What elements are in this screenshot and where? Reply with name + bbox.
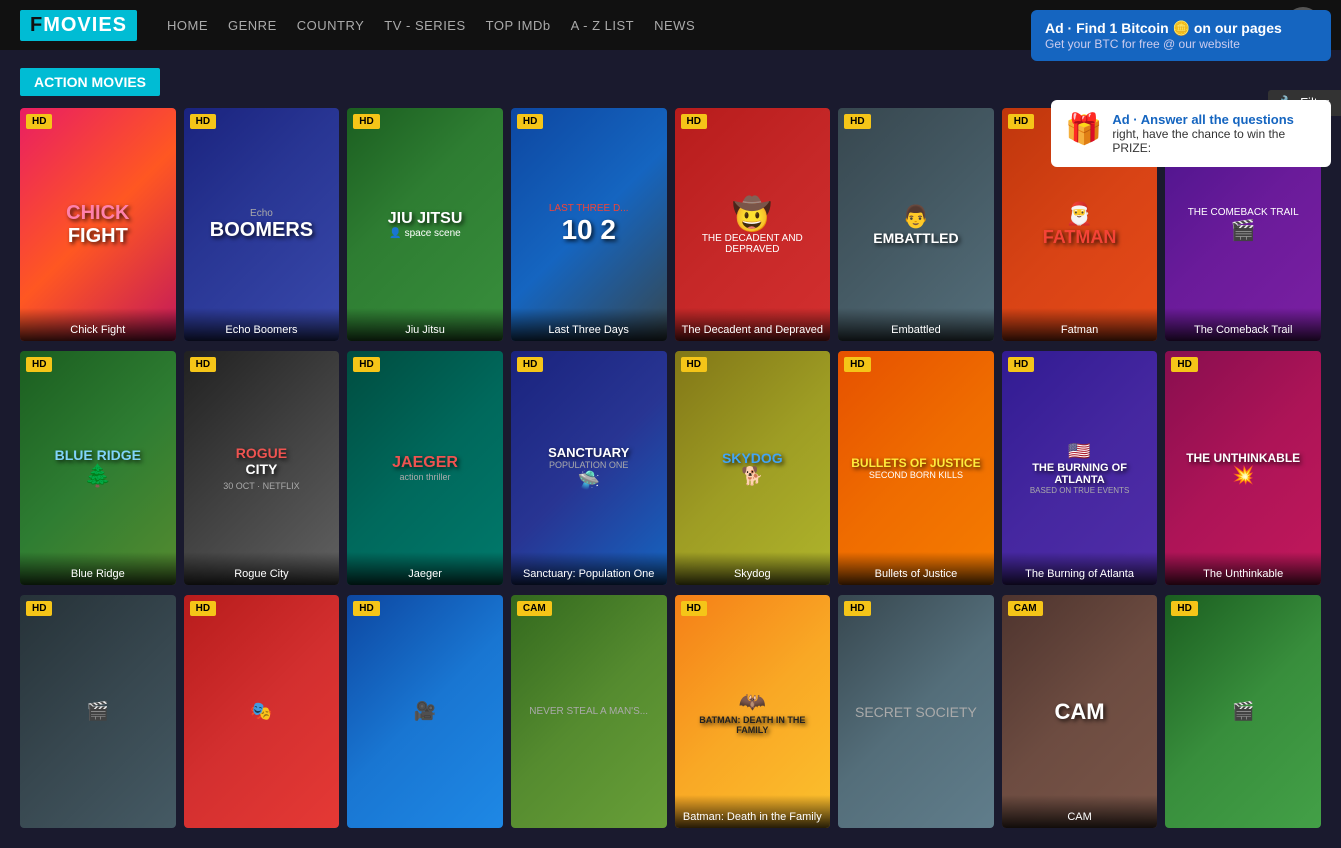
section-title: ACTION MOVIES bbox=[20, 68, 160, 96]
badge-hd: HD bbox=[190, 114, 216, 129]
badge-hd: HD bbox=[26, 114, 52, 129]
movie-card-blue-ridge[interactable]: BLUE RIDGE 🌲 HD Blue Ridge bbox=[20, 351, 176, 584]
badge-hd: HD bbox=[353, 357, 379, 372]
nav-home[interactable]: HOME bbox=[167, 18, 208, 33]
movie-title: Jaeger bbox=[347, 552, 503, 585]
badge-hd: HD bbox=[517, 357, 543, 372]
badge-hd: HD bbox=[353, 601, 379, 616]
nav-country[interactable]: COUNTRY bbox=[297, 18, 365, 33]
movie-title: Chick Fight bbox=[20, 308, 176, 341]
movie-title: Blue Ridge bbox=[20, 552, 176, 585]
badge-hd: HD bbox=[681, 114, 707, 129]
movie-title: Echo Boomers bbox=[184, 308, 340, 341]
badge-hd: HD bbox=[26, 357, 52, 372]
movie-card-rogue-city[interactable]: ROGUE CITY 30 OCT · NETFLIX HD Rogue Cit… bbox=[184, 351, 340, 584]
movie-card-jiu-jitsu[interactable]: JIU JITSU 👤 space scene HD Jiu Jitsu bbox=[347, 108, 503, 341]
movie-card-r3-6[interactable]: SECRET SOCIETY HD bbox=[838, 595, 994, 828]
movie-title: Jiu Jitsu bbox=[347, 308, 503, 341]
badge-hd: HD bbox=[681, 357, 707, 372]
badge-hd: HD bbox=[844, 357, 870, 372]
movie-title: Fatman bbox=[1002, 308, 1158, 341]
movie-title: Embattled bbox=[838, 308, 994, 341]
ad-bitcoin-subtitle: Get your BTC for free @ our website bbox=[1045, 37, 1317, 51]
movie-card-batman[interactable]: 🦇 BATMAN: DEATH IN THE FAMILY HD Batman:… bbox=[675, 595, 831, 828]
badge-hd: HD bbox=[1171, 601, 1197, 616]
movie-card-skydog[interactable]: SKYDOG 🐕 HD Skydog bbox=[675, 351, 831, 584]
badge-hd: HD bbox=[190, 601, 216, 616]
ad-banner-bitcoin[interactable]: Ad · Find 1 Bitcoin 🪙 on our pages Get y… bbox=[1031, 10, 1331, 61]
main-nav: HOME GENRE COUNTRY TV - SERIES TOP IMDb … bbox=[167, 18, 1160, 33]
badge-hd: HD bbox=[681, 601, 707, 616]
ad-quiz-subtitle: right, have the chance to win the PRIZE: bbox=[1112, 127, 1317, 155]
site-logo[interactable]: FMOVIES bbox=[20, 10, 137, 41]
badge-hd: HD bbox=[190, 357, 216, 372]
movie-title: Sanctuary: Population One bbox=[511, 552, 667, 585]
badge-cam: CAM bbox=[517, 601, 552, 616]
movie-card-r3-3[interactable]: 🎥 HD bbox=[347, 595, 503, 828]
badge-hd: HD bbox=[1008, 357, 1034, 372]
movie-card-bullets-of-justice[interactable]: BULLETS OF JUSTICE SECOND BORN KILLS HD … bbox=[838, 351, 994, 584]
movie-title: The Burning of Atlanta bbox=[1002, 552, 1158, 585]
badge-hd: HD bbox=[517, 114, 543, 129]
movie-title: Bullets of Justice bbox=[838, 552, 994, 585]
movie-card-unthinkable[interactable]: THE UNTHINKABLE 💥 HD The Unthinkable bbox=[1165, 351, 1321, 584]
badge-cam: CAM bbox=[1008, 601, 1043, 616]
ad-banner-quiz[interactable]: 🎁 Ad · Answer all the questions right, h… bbox=[1051, 100, 1331, 167]
movie-grid-row3: 🎬 HD 🎭 HD 🎥 HD NEVER STEAL A MAN'S... CA… bbox=[20, 595, 1321, 828]
movie-title: The Comeback Trail bbox=[1165, 308, 1321, 341]
main-content: ACTION MOVIES CHICK FIGHT HD Chick Fight… bbox=[0, 50, 1341, 848]
gift-icon: 🎁 bbox=[1065, 112, 1102, 147]
badge-hd: HD bbox=[1008, 114, 1034, 129]
movie-card-r3-1[interactable]: 🎬 HD bbox=[20, 595, 176, 828]
movie-card-decadent[interactable]: 🤠 THE DECADENT AND DEPRAVED HD The Decad… bbox=[675, 108, 831, 341]
movie-title: Skydog bbox=[675, 552, 831, 585]
badge-hd: HD bbox=[844, 601, 870, 616]
nav-genre[interactable]: GENRE bbox=[228, 18, 277, 33]
nav-az-list[interactable]: A - Z LIST bbox=[571, 18, 635, 33]
movie-card-cam[interactable]: CAM CAM CAM bbox=[1002, 595, 1158, 828]
nav-tv-series[interactable]: TV - SERIES bbox=[384, 18, 465, 33]
nav-top-imdb[interactable]: TOP IMDb bbox=[486, 18, 551, 33]
movie-title: The Decadent and Depraved bbox=[675, 308, 831, 341]
movie-card-jaeger[interactable]: JAEGER action thriller HD Jaeger bbox=[347, 351, 503, 584]
movie-card-chick-fight[interactable]: CHICK FIGHT HD Chick Fight bbox=[20, 108, 176, 341]
movie-card-burning-atlanta[interactable]: 🇺🇸 THE BURNING OF ATLANTA BASED ON TRUE … bbox=[1002, 351, 1158, 584]
movie-title: Last Three Days bbox=[511, 308, 667, 341]
movie-card-last-three-days[interactable]: LAST THREE D... 10 2 HD Last Three Days bbox=[511, 108, 667, 341]
badge-hd: HD bbox=[844, 114, 870, 129]
nav-news[interactable]: NEWS bbox=[654, 18, 695, 33]
movie-title: Rogue City bbox=[184, 552, 340, 585]
movie-title: Batman: Death in the Family bbox=[675, 795, 831, 828]
badge-hd: HD bbox=[26, 601, 52, 616]
badge-hd: HD bbox=[353, 114, 379, 129]
ad-quiz-title: Ad · Answer all the questions bbox=[1112, 112, 1317, 127]
movie-grid-row2: BLUE RIDGE 🌲 HD Blue Ridge ROGUE CITY 30… bbox=[20, 351, 1321, 584]
movie-card-r3-4[interactable]: NEVER STEAL A MAN'S... CAM bbox=[511, 595, 667, 828]
ad-bitcoin-title: Ad · Find 1 Bitcoin 🪙 on our pages bbox=[1045, 20, 1317, 37]
movie-title: CAM bbox=[1002, 795, 1158, 828]
movie-title: The Unthinkable bbox=[1165, 552, 1321, 585]
movie-card-r3-8[interactable]: 🎬 HD bbox=[1165, 595, 1321, 828]
movie-card-r3-2[interactable]: 🎭 HD bbox=[184, 595, 340, 828]
badge-hd: HD bbox=[1171, 357, 1197, 372]
movie-card-sanctuary[interactable]: SANCTUARY POPULATION ONE 🛸 HD Sanctuary:… bbox=[511, 351, 667, 584]
movie-card-embattled[interactable]: 👨 EMBATTLED HD Embattled bbox=[838, 108, 994, 341]
movie-card-echo-boomers[interactable]: Echo BOOMERS HD Echo Boomers bbox=[184, 108, 340, 341]
